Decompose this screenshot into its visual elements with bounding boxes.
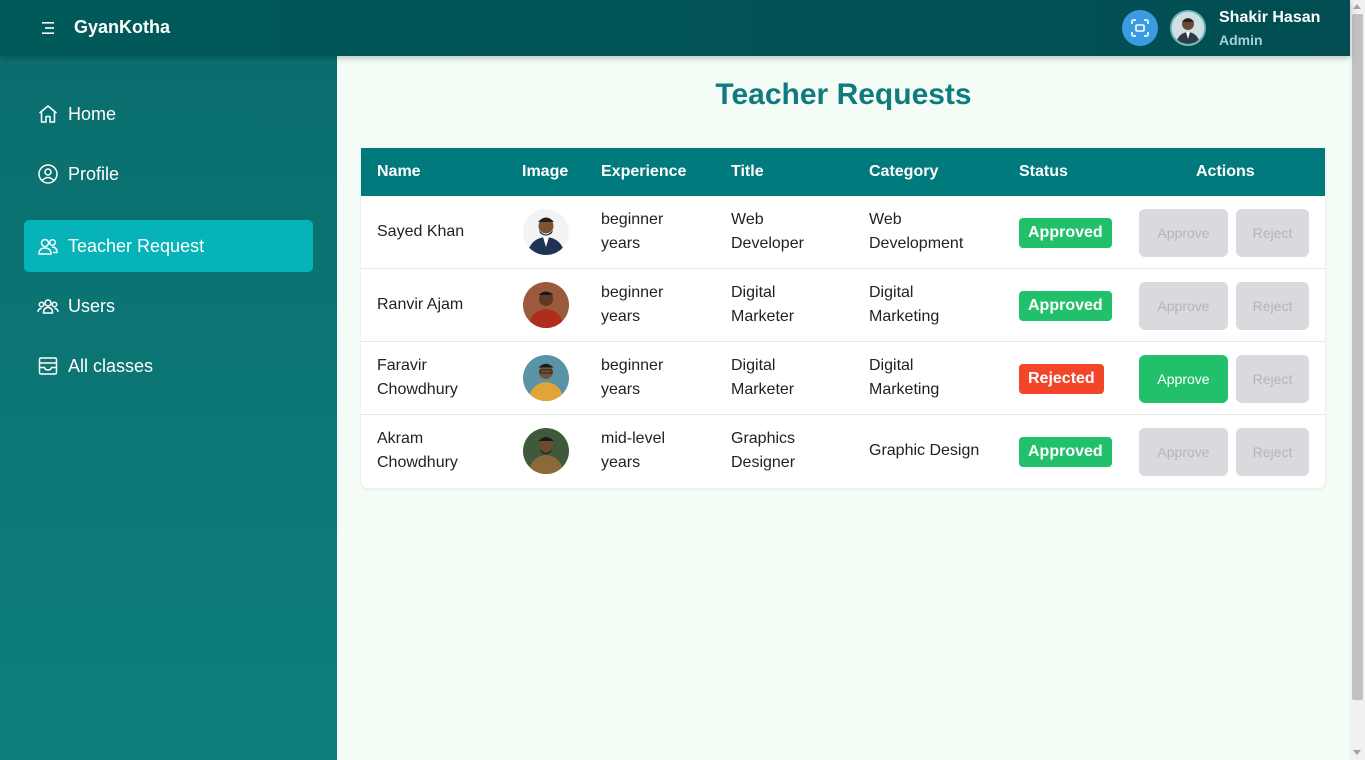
sidebar-item-label: All classes bbox=[68, 355, 154, 376]
brand-logo-text[interactable]: GyanKotha bbox=[74, 17, 170, 38]
teacher-experience: beginner years bbox=[601, 284, 664, 325]
teacher-photo bbox=[523, 355, 569, 401]
status-badge: Approved bbox=[1019, 291, 1112, 321]
reject-button[interactable]: Reject bbox=[1236, 355, 1309, 403]
column-header-title: Title bbox=[731, 163, 764, 180]
sidebar-item-label: Profile bbox=[68, 163, 120, 184]
scrollbar-thumb[interactable] bbox=[1352, 14, 1363, 700]
menu-toggle-icon[interactable] bbox=[36, 16, 60, 40]
column-header-image: Image bbox=[522, 163, 569, 180]
group-icon bbox=[37, 295, 59, 317]
teacher-experience: mid-level years bbox=[601, 430, 666, 471]
teacher-experience: beginner years bbox=[601, 357, 664, 398]
teacher-photo bbox=[523, 428, 569, 474]
sidebar-item-all-classes[interactable]: All classes bbox=[24, 340, 313, 392]
status-badge: Approved bbox=[1019, 218, 1112, 248]
scan-icon bbox=[1131, 19, 1149, 37]
teacher-title: Digital Marketer bbox=[731, 284, 795, 325]
approve-button[interactable]: Approve bbox=[1139, 355, 1228, 403]
column-header-actions: Actions bbox=[1196, 163, 1255, 180]
teacher-title: Graphics Designer bbox=[731, 430, 796, 471]
user-role: Admin bbox=[1219, 32, 1263, 48]
fullscreen-button[interactable] bbox=[1122, 10, 1158, 46]
teacher-name: Akram Chowdhury bbox=[377, 430, 458, 471]
teacher-requests-table: Name Image Experience Title Category Sta… bbox=[361, 148, 1325, 488]
avatar[interactable] bbox=[1170, 10, 1206, 46]
teacher-title: Digital Marketer bbox=[731, 357, 795, 398]
sidebar-item-users[interactable]: Users bbox=[24, 280, 313, 332]
teacher-experience: beginner years bbox=[601, 211, 664, 252]
teacher-category: Digital Marketing bbox=[869, 357, 940, 398]
sidebar-item-profile[interactable]: Profile bbox=[24, 148, 313, 200]
approve-button[interactable]: Approve bbox=[1139, 282, 1228, 330]
column-header-category: Category bbox=[869, 163, 939, 180]
archive-icon bbox=[37, 355, 59, 377]
user-circle-icon bbox=[37, 163, 59, 185]
teacher-photo bbox=[523, 209, 569, 255]
table-row: Sayed Khan beginner years Web Developer … bbox=[361, 196, 1325, 269]
sidebar: Home Profile Teacher Request Users All c… bbox=[0, 56, 337, 760]
table-row: Ranvir Ajam beginner years Digital Marke… bbox=[361, 269, 1325, 342]
table-row: Akram Chowdhury mid-level years Graphics… bbox=[361, 415, 1325, 488]
table-header: Name Image Experience Title Category Sta… bbox=[361, 148, 1325, 196]
column-header-status: Status bbox=[1019, 163, 1068, 180]
status-badge: Rejected bbox=[1019, 364, 1104, 394]
sidebar-item-teacher-request[interactable]: Teacher Request bbox=[24, 220, 313, 272]
sidebar-item-home[interactable]: Home bbox=[24, 88, 313, 140]
user-name: Shakir Hasan bbox=[1219, 9, 1321, 26]
teacher-name: Sayed Khan bbox=[377, 223, 465, 240]
teacher-photo bbox=[523, 282, 569, 328]
teacher-title: Web Developer bbox=[731, 211, 804, 252]
reject-button[interactable]: Reject bbox=[1236, 428, 1309, 476]
sidebar-item-label: Users bbox=[68, 295, 116, 316]
scroll-up-icon[interactable] bbox=[1353, 4, 1361, 9]
teacher-category: Web Development bbox=[869, 211, 964, 252]
teacher-category: Graphic Design bbox=[869, 442, 980, 459]
users-icon bbox=[37, 235, 59, 257]
teacher-name: Ranvir Ajam bbox=[377, 296, 464, 313]
page-scrollbar[interactable] bbox=[1350, 0, 1365, 760]
reject-button[interactable]: Reject bbox=[1236, 209, 1309, 257]
top-bar: GyanKotha Shakir Hasan Admin bbox=[0, 0, 1350, 56]
reject-button[interactable]: Reject bbox=[1236, 282, 1309, 330]
home-icon bbox=[37, 103, 59, 125]
approve-button[interactable]: Approve bbox=[1139, 209, 1228, 257]
column-header-name: Name bbox=[377, 163, 421, 180]
page-title: Teacher Requests bbox=[715, 78, 972, 111]
sidebar-item-label: Home bbox=[68, 103, 117, 124]
scroll-down-icon[interactable] bbox=[1353, 750, 1361, 755]
sidebar-item-label: Teacher Request bbox=[68, 235, 205, 256]
column-header-experience: Experience bbox=[601, 163, 687, 180]
teacher-name: Faravir Chowdhury bbox=[377, 357, 458, 398]
status-badge: Approved bbox=[1019, 437, 1112, 467]
table-row: Faravir Chowdhury beginner years Digital… bbox=[361, 342, 1325, 415]
teacher-category: Digital Marketing bbox=[869, 284, 940, 325]
approve-button[interactable]: Approve bbox=[1139, 428, 1228, 476]
